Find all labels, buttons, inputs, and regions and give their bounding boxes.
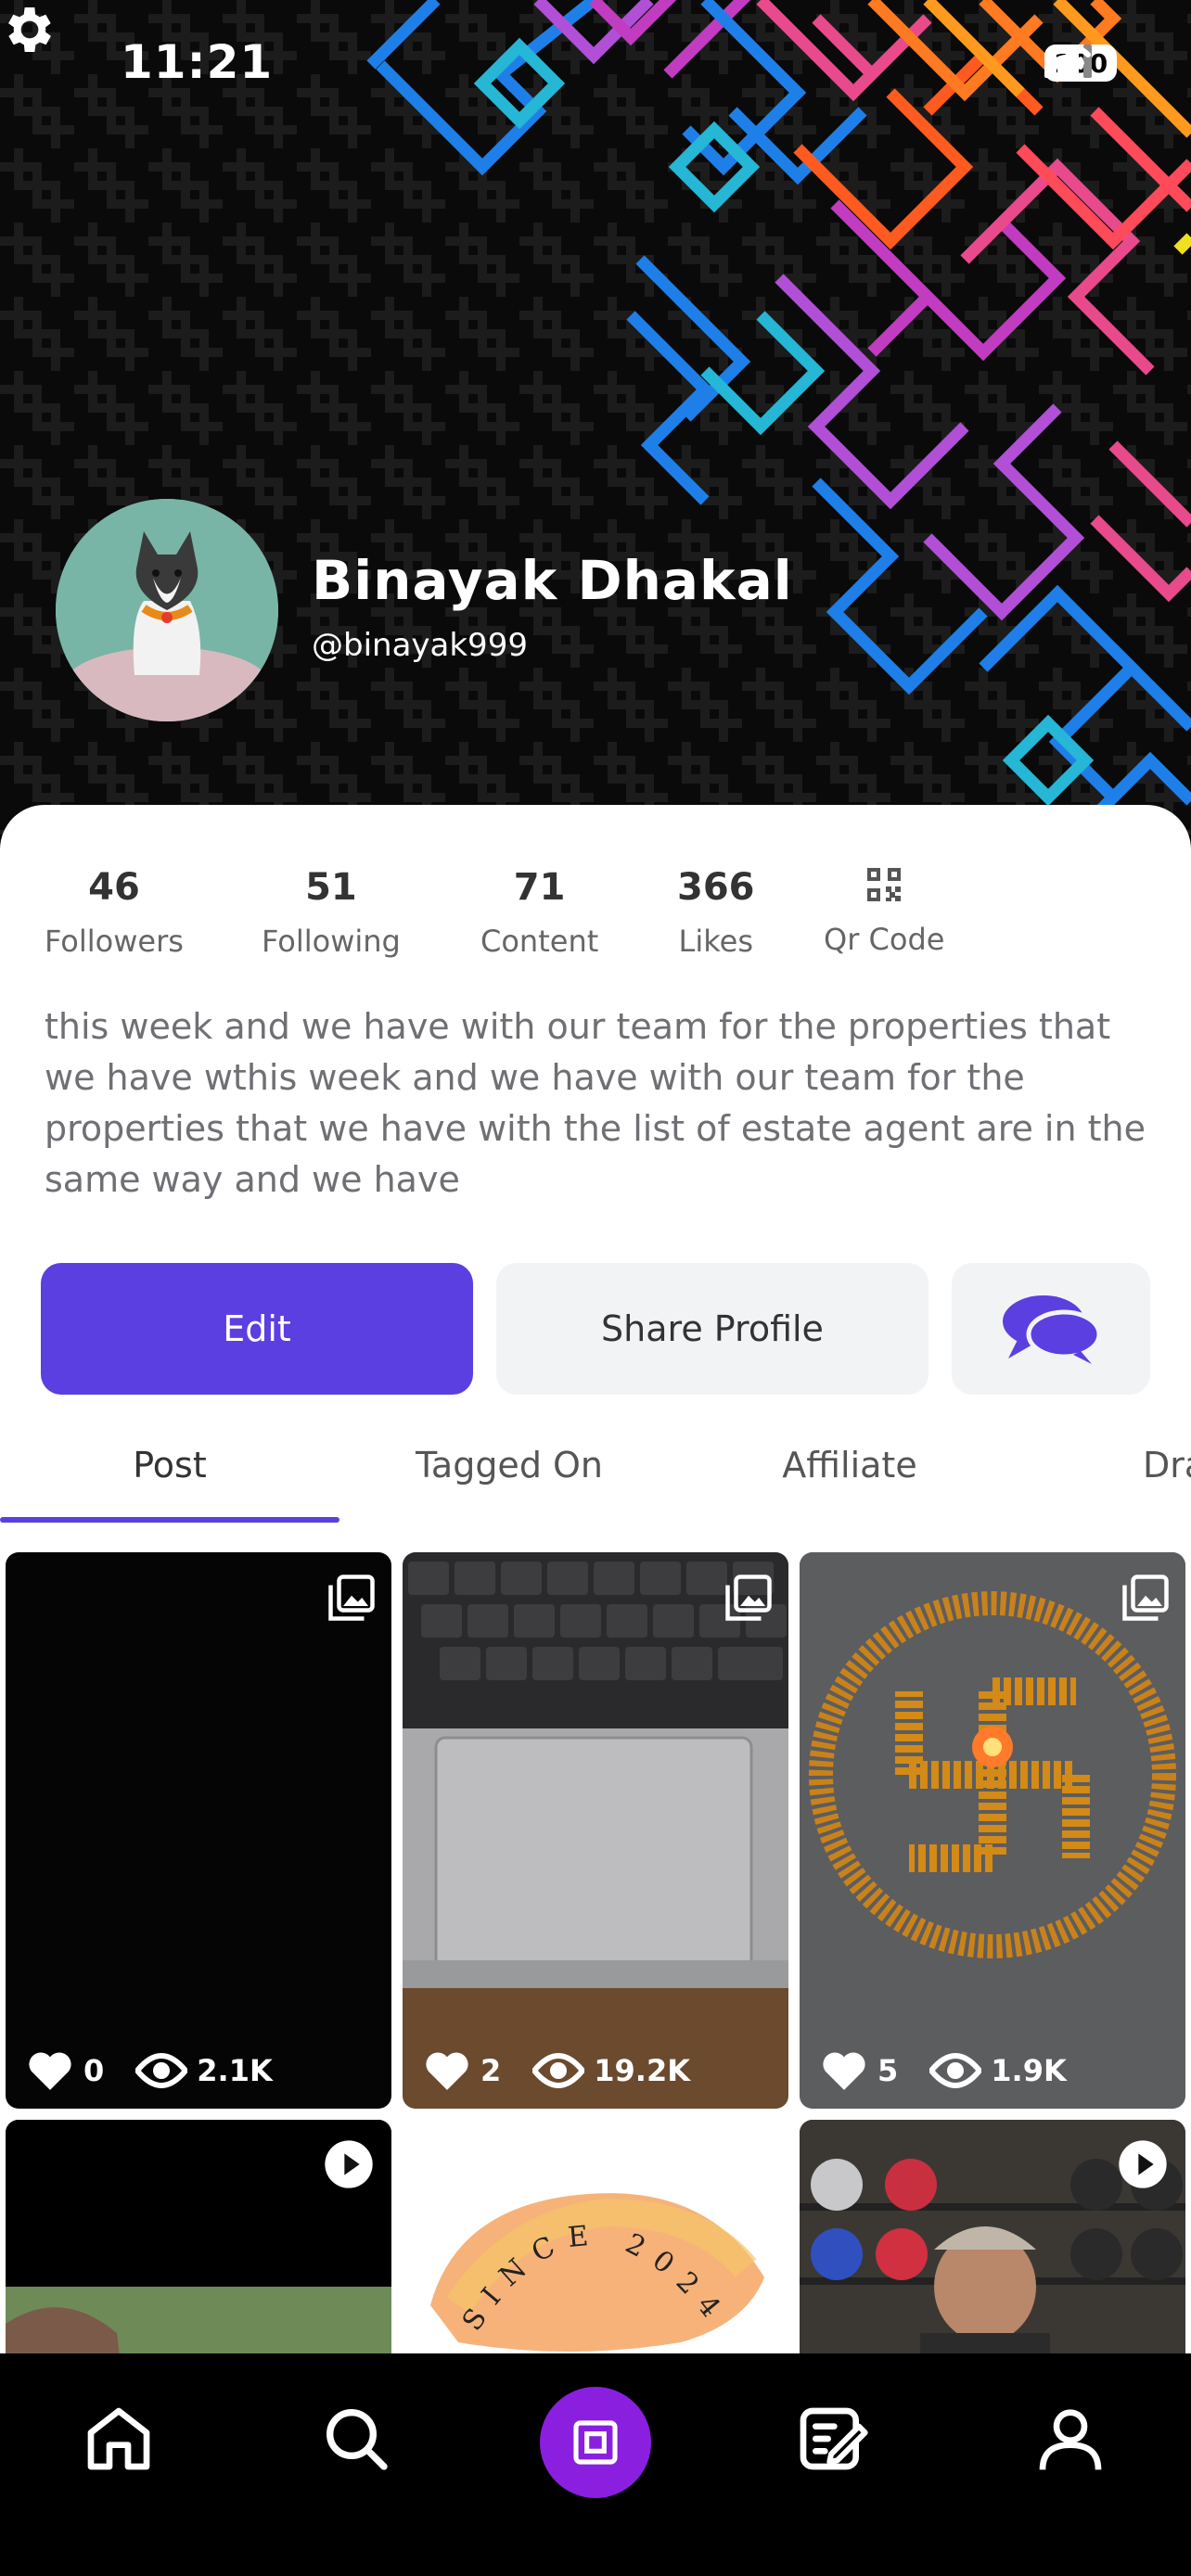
- since-2024-lettering: SINCE 2024: [456, 2219, 735, 2337]
- stat-label: Content: [480, 924, 599, 959]
- qr-code-icon: [867, 868, 902, 901]
- profile-icon: [1039, 2409, 1102, 2470]
- post-tile[interactable]: SINCE 2024: [403, 2120, 788, 2353]
- stat-followers[interactable]: 46 Followers: [45, 866, 184, 959]
- bottom-navigation: [0, 2355, 1191, 2576]
- chat-bubbles-icon: [1003, 1295, 1102, 1364]
- nav-write[interactable]: [785, 2392, 877, 2485]
- post-thumbnail-swastika-petals: [800, 1552, 1185, 2109]
- wifi-icon: [1044, 45, 1091, 78]
- nav-create[interactable]: [540, 2387, 651, 2498]
- tab-post[interactable]: Post: [0, 1445, 339, 1486]
- eye-icon: [929, 2053, 982, 2088]
- heart-icon: [29, 2052, 71, 2090]
- image-gallery-icon: [725, 1575, 772, 1621]
- settings-gear-icon[interactable]: [0, 0, 59, 59]
- status-icons: 100: [1044, 45, 1117, 82]
- home-icon: [87, 2407, 150, 2470]
- post-likes: 0: [83, 2053, 105, 2088]
- post-tile[interactable]: 2 19.2K: [403, 1552, 788, 2109]
- edit-profile-button[interactable]: Edit: [41, 1263, 473, 1395]
- status-bar: 11:21 100: [0, 0, 1191, 139]
- post-views: 1.9K: [991, 2053, 1067, 2088]
- image-gallery-icon: [1122, 1575, 1169, 1621]
- stat-value: 51: [305, 866, 357, 909]
- play-icon: [325, 2140, 373, 2188]
- profile-banner: 11:21 100 Binayak Dhakal @binayak999: [0, 0, 1191, 835]
- stat-value: 366: [677, 866, 755, 909]
- tab-drafts[interactable]: Dra: [1020, 1445, 1191, 1486]
- profile-bio: this week and we have with our team for …: [45, 1006, 1146, 1200]
- heart-icon: [823, 2052, 865, 2090]
- status-time: 11:21: [121, 35, 274, 89]
- stat-label: Qr Code: [824, 922, 945, 957]
- eye-icon: [532, 2053, 585, 2088]
- avatar-photo: [56, 499, 278, 721]
- nav-home[interactable]: [72, 2392, 165, 2485]
- post-tile[interactable]: 5 1.9K: [800, 1552, 1185, 2109]
- stat-content[interactable]: 71 Content: [480, 866, 598, 959]
- stat-following[interactable]: 51 Following: [262, 866, 401, 959]
- play-icon: [1119, 2140, 1167, 2188]
- profile-card: 46 Followers 51 Following 71 Content 366…: [0, 805, 1191, 2353]
- stat-value: 71: [513, 866, 566, 909]
- message-button[interactable]: [952, 1263, 1150, 1395]
- post-stats: 5 1.9K: [820, 2049, 1067, 2092]
- stat-label: Likes: [678, 924, 753, 959]
- tab-affiliate[interactable]: Affiliate: [680, 1445, 1019, 1486]
- tab-tagged-on[interactable]: Tagged On: [339, 1445, 679, 1486]
- eye-icon: [135, 2053, 188, 2088]
- nav-search[interactable]: [310, 2392, 403, 2485]
- nav-profile[interactable]: [1024, 2392, 1117, 2485]
- stat-likes[interactable]: 366 Likes: [677, 866, 755, 959]
- active-tab-indicator: [0, 1517, 339, 1523]
- post-stats: 0 2.1K: [26, 2049, 273, 2092]
- post-views: 2.1K: [197, 2053, 273, 2088]
- stat-label: Followers: [45, 924, 184, 959]
- post-likes: 2: [480, 2053, 502, 2088]
- svg-text:SINCE 2024: SINCE 2024: [456, 2219, 735, 2337]
- edit-icon: [800, 2407, 868, 2470]
- search-icon: [327, 2409, 388, 2470]
- create-icon: [573, 2420, 618, 2465]
- stat-value: 46: [88, 866, 140, 909]
- stat-qr-code[interactable]: Qr Code: [824, 866, 944, 957]
- profile-handle: @binayak999: [312, 627, 528, 664]
- profile-actions: Edit Share Profile: [41, 1263, 1150, 1395]
- post-thumbnail-laptop: [403, 1552, 788, 2109]
- profile-tabs: Post Tagged On Affiliate Dra: [0, 1445, 1191, 1537]
- avatar[interactable]: [56, 499, 278, 721]
- post-stats: 2 19.2K: [423, 2049, 690, 2092]
- profile-stats: 46 Followers 51 Following 71 Content 366…: [0, 866, 1191, 977]
- post-tile[interactable]: [800, 2120, 1185, 2353]
- heart-icon: [426, 2052, 468, 2090]
- post-tile[interactable]: 0 2.1K: [6, 1552, 391, 2109]
- post-likes: 5: [877, 2053, 899, 2088]
- profile-name: Binayak Dhakal: [312, 549, 793, 612]
- stat-label: Following: [262, 924, 401, 959]
- share-profile-button[interactable]: Share Profile: [496, 1263, 928, 1395]
- post-tile[interactable]: [6, 2120, 391, 2353]
- image-gallery-icon: [328, 1575, 375, 1621]
- post-views: 19.2K: [594, 2053, 691, 2088]
